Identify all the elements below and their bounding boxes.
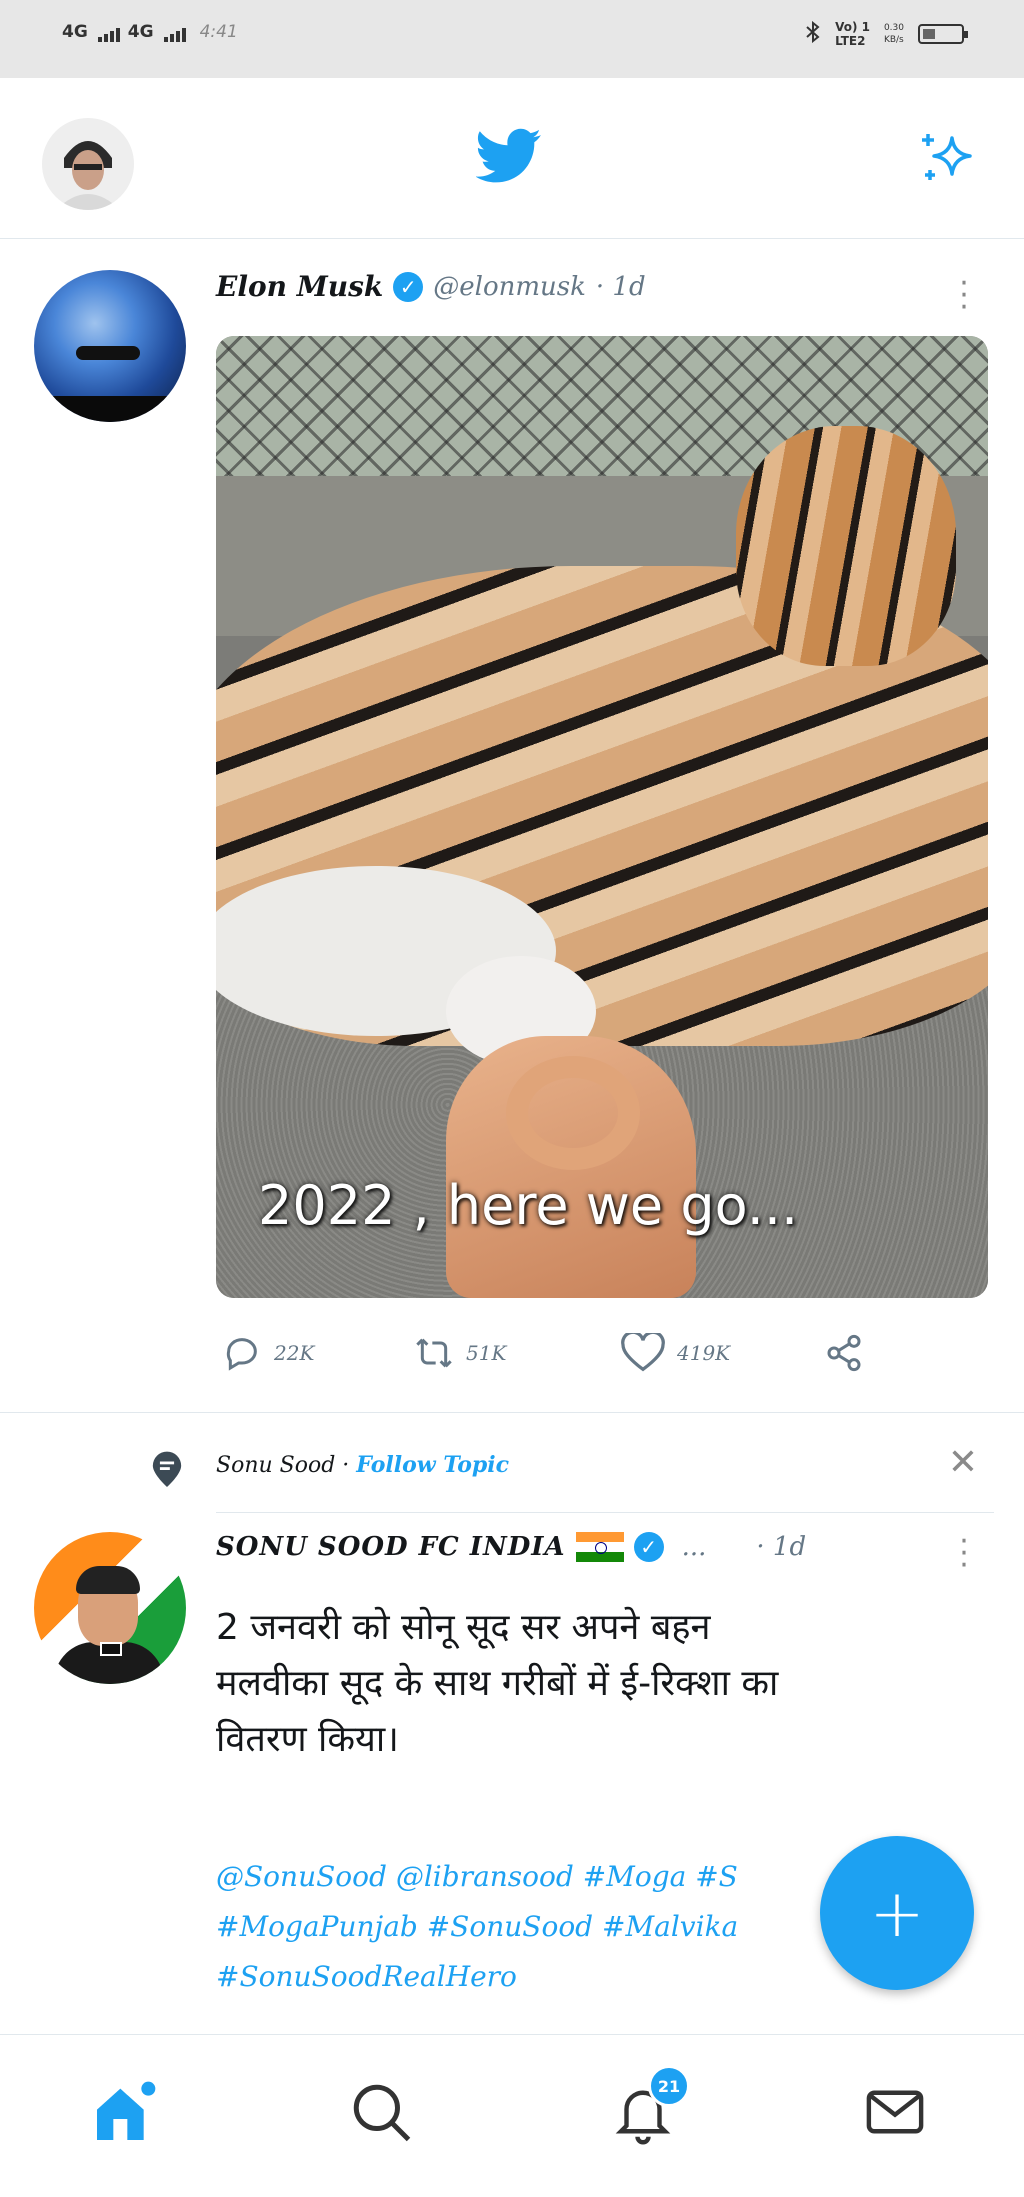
tweet-text: 2 जनवरी को सोनू सूद सर अपने बहन मलवीका स… [216, 1600, 976, 1768]
top-app-bar [0, 78, 1024, 239]
retweet-button[interactable]: 51K [414, 1333, 506, 1373]
avatar-ground-shape [34, 396, 186, 422]
status-right: Vo) 1 LTE2 0.30 KB/s [805, 20, 968, 48]
tweet-author-avatar[interactable] [34, 270, 186, 422]
more-options-icon[interactable]: · · · [954, 269, 974, 323]
volte-indicator: Vo) 1 LTE2 [835, 20, 870, 48]
tweet-time: · 1d [595, 271, 646, 302]
sparkle-icon[interactable] [916, 126, 980, 194]
heart-icon [621, 1333, 665, 1372]
topic-name[interactable]: Sonu Sood [216, 1453, 335, 1478]
tweet-actions: 22K 51K 419K [216, 1328, 906, 1378]
tweet-elon[interactable]: Elon Musk ✓ @elonmusk · 1d · · · 2022 , he… [0, 240, 1024, 1413]
nav-search-button[interactable] [348, 2079, 414, 2149]
status-bar: 4G 4G 4:41 Vo) 1 LTE2 0.30 KB/s [0, 0, 1024, 78]
author-name[interactable]: SONU SOOD FC INDIA [216, 1532, 566, 1562]
tweet-text-line: वितरण किया। [216, 1719, 399, 1760]
bluetooth-icon [805, 20, 821, 47]
reply-icon [226, 1338, 257, 1371]
home-icon [97, 2081, 156, 2140]
like-count: 419K [677, 1341, 731, 1365]
hashtag-link[interactable]: #SonuSood [427, 1910, 593, 1943]
speed-value: 0.30 [883, 23, 904, 33]
mention-link[interactable]: @SonuSood [216, 1860, 387, 1893]
hashtag-link[interactable]: #SonuSoodRealHero [216, 1960, 517, 1993]
network-1-label: 4G [62, 22, 88, 42]
signal-2-icon [163, 28, 186, 42]
hashtag-link[interactable]: #Malvika [602, 1910, 738, 1943]
tweet-author-avatar[interactable] [34, 1532, 186, 1684]
india-flag-icon [575, 1532, 624, 1562]
compose-tweet-button[interactable]: + [820, 1836, 974, 1990]
tweet-time: · 1d [756, 1532, 807, 1562]
volte-label: Vo) 1 [835, 20, 870, 34]
tweet-text-line: मलवीका सूद के साथ गरीबों में ई-रिक्शा का [216, 1663, 779, 1704]
topic-suggestion: Sonu Sood · Follow Topic ✕ [0, 1412, 1024, 1513]
media-tiger-head [736, 426, 956, 666]
avatar-hair-shape [76, 1566, 140, 1594]
battery-icon [918, 24, 968, 44]
network-2-label: 4G [127, 22, 154, 42]
hashtag-link[interactable]: #S [695, 1860, 738, 1893]
topic-row-inner: Sonu Sood · Follow Topic ✕ [216, 1412, 994, 1513]
share-icon [827, 1334, 861, 1372]
profile-avatar[interactable] [42, 118, 134, 210]
status-left: 4G 4G 4:41 [62, 22, 238, 42]
like-button[interactable]: 419K [621, 1333, 730, 1373]
media-caption: 2022 , here we go... [258, 1174, 799, 1237]
media-hand-ok-gesture [506, 1056, 640, 1170]
topic-separator: · [342, 1453, 350, 1478]
handle-ellipsis: ... [681, 1532, 707, 1562]
twitter-bird-icon[interactable] [475, 128, 542, 188]
messages-icon [866, 2090, 924, 2134]
author-handle[interactable]: @elonmusk [433, 272, 586, 302]
hashtag-link[interactable]: #MogaPunjab [216, 1910, 418, 1943]
retweet-count: 51K [466, 1341, 507, 1365]
author-name[interactable]: Elon Musk [216, 270, 383, 303]
verified-badge-icon: ✓ [393, 271, 424, 302]
speed-unit: KB/s [883, 35, 904, 45]
mention-link[interactable]: @libransood [396, 1860, 574, 1893]
nav-messages-button[interactable] [862, 2079, 928, 2149]
avatar-tie-shape [100, 1642, 122, 1656]
topic-icon [150, 1450, 184, 1494]
signal-1-icon [97, 28, 120, 42]
bottom-navigation: 21 [0, 2034, 1024, 2197]
close-icon[interactable]: ✕ [948, 1442, 978, 1483]
verified-badge-icon: ✓ [633, 1532, 664, 1562]
tweet-header: Elon Musk ✓ @elonmusk · 1d [216, 270, 646, 303]
retweet-icon [416, 1338, 452, 1368]
topic-text: Sonu Sood · Follow Topic [216, 1452, 509, 1478]
reply-count: 22K [274, 1341, 315, 1365]
hashtag-link[interactable]: #Moga [583, 1860, 687, 1893]
search-icon [353, 2084, 411, 2142]
share-button[interactable] [822, 1333, 866, 1373]
notification-badge: 21 [648, 2065, 690, 2107]
nav-home-button[interactable] [90, 2079, 160, 2149]
follow-topic-button[interactable]: Follow Topic [356, 1452, 509, 1478]
clock: 4:41 [199, 22, 238, 42]
nav-notifications-button[interactable]: 21 [610, 2065, 690, 2149]
lte-label: LTE2 [835, 34, 866, 48]
reply-button[interactable]: 22K [222, 1333, 314, 1373]
speed-indicator: 0.30 KB/s [884, 22, 904, 46]
avatar-ship-shape [76, 346, 140, 360]
tweet-media-image[interactable]: 2022 , here we go... [216, 336, 988, 1298]
tweet-header: SONU SOOD FC INDIA ✓ ... · 1d [216, 1532, 806, 1562]
tweet-text-line: 2 जनवरी को सोनू सूद सर अपने बहन [216, 1607, 711, 1648]
profile-person-icon [42, 118, 134, 210]
more-options-icon[interactable]: · · · [954, 1527, 974, 1581]
